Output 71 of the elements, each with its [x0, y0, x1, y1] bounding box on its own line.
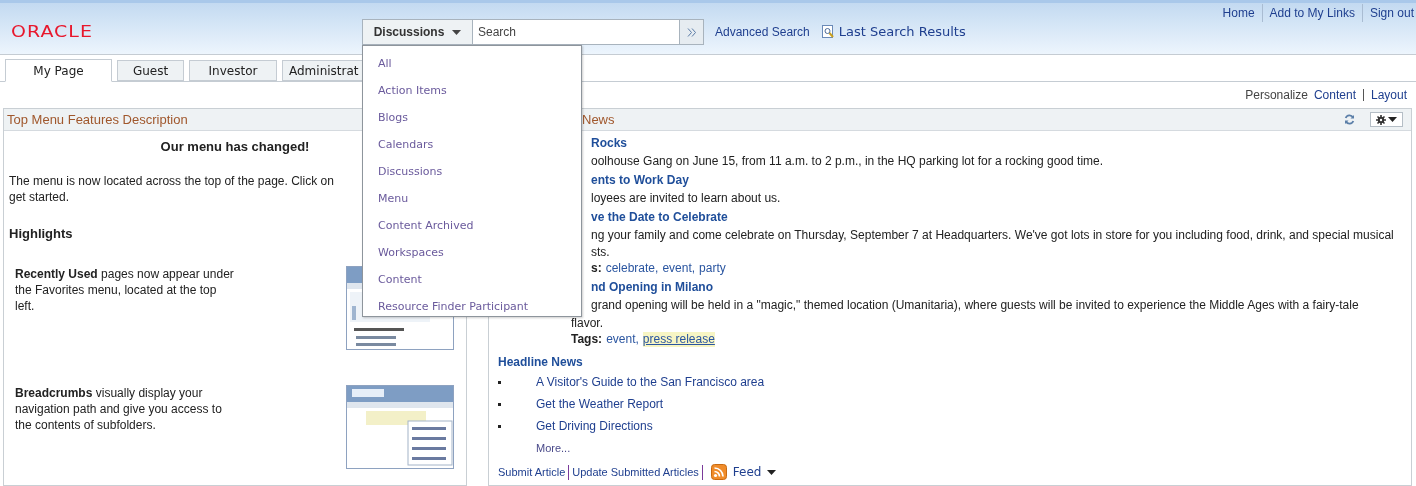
personalize-link[interactable]: Content [1313, 86, 1356, 104]
menu-item[interactable]: Workspaces [378, 245, 444, 262]
article-title[interactable]: ve the Date to Celebrate [591, 210, 728, 224]
tag-separator: , [691, 261, 696, 276]
article-text: flavor. [571, 316, 603, 330]
section-heading: Headline News [498, 354, 584, 371]
article-text: oolhouse Gang on June 15, from 11 a.m. to 2 p.m., in the HQ parking lot for a rocking good time. [591, 154, 1104, 168]
search-field[interactable]: Search [473, 19, 679, 45]
menu-item[interactable]: Menu [378, 191, 409, 208]
advanced-search-link[interactable]: Advanced Search [715, 23, 810, 41]
headline-link[interactable]: A Visitor's Guide to the San Francisco area [536, 373, 765, 391]
portlet-title: Top Menu Features Description [7, 110, 188, 129]
page-tab[interactable]: Guest [117, 60, 184, 81]
bullet-icon [498, 424, 501, 428]
article-text: sts. [591, 245, 610, 259]
menu-item[interactable]: Calendars [378, 137, 434, 154]
menu-item[interactable]: Resource Finder Participant [378, 299, 529, 316]
refresh-icon[interactable] [1344, 114, 1355, 125]
header-link[interactable]: Home [1222, 4, 1255, 22]
tag-link[interactable]: party [699, 261, 726, 276]
last-search-results-link[interactable]: Last Search Results [838, 22, 966, 42]
feed-dropdown[interactable]: Feed [732, 463, 777, 481]
article-title[interactable]: Rocks [591, 136, 628, 150]
search-go-button[interactable] [679, 19, 704, 45]
double-chevron-icon [686, 27, 697, 37]
section-heading: Highlights [9, 225, 73, 241]
personalize-label: Personalize [1245, 87, 1308, 104]
tags-label: s: [591, 261, 602, 276]
footer-link[interactable]: Submit Article [498, 463, 566, 481]
portlet-options-button[interactable] [1370, 112, 1403, 127]
article-text: grand opening will be held in a "magic," themed location (Umanitaria), where guests will be invited to experience the Middle Ages with a fairy-tale [591, 298, 1359, 312]
header-link[interactable]: Sign out [1369, 4, 1414, 22]
tags-label: Tags: [571, 332, 603, 347]
article-title[interactable]: nd Opening in Milano [591, 280, 713, 294]
headline-link[interactable]: Get the Weather Report [536, 395, 664, 413]
caret-icon [1388, 117, 1397, 122]
oracle-logo: ORACLE [11, 23, 93, 39]
intro-text: The menu is now located across the top of the page. Click on [9, 173, 334, 188]
header-link[interactable]: Add to My Links [1269, 4, 1355, 22]
tag-separator: , [635, 332, 639, 347]
portlet-title: News [582, 110, 615, 129]
gear-icon [1376, 114, 1386, 125]
highlight-text: Breadcrumbs visually display your navigation path and give you access to the contents of subfolders. [15, 385, 223, 434]
footer-link[interactable]: Update Submitted Articles [572, 463, 699, 481]
menu-item[interactable]: Discussions [378, 164, 443, 181]
page-tab[interactable]: Investor [189, 60, 277, 81]
article-text: loyees are invited to learn about us. [591, 191, 781, 205]
menu-item[interactable]: Action Items [378, 83, 447, 100]
caret-icon [452, 29, 462, 35]
portlet-heading: Our menu has changed! [160, 139, 310, 154]
personalize-link[interactable]: Layout [1370, 86, 1407, 104]
article-text: ng your family and come celebrate on Thursday, September 7 at Headquarters. We've got lots in store for you including food, drink, and special musical [591, 228, 1394, 242]
bullet-icon [498, 402, 501, 406]
search-results-icon [821, 25, 835, 39]
tag-separator: , [655, 261, 659, 276]
menu-item[interactable]: Content Archived [378, 218, 474, 235]
bullet-icon [498, 380, 501, 384]
menu-item[interactable]: Content [378, 272, 422, 289]
headline-link[interactable]: Get Driving Directions [536, 417, 653, 435]
page-tab[interactable]: My Page [5, 59, 112, 82]
more-link[interactable]: More... [536, 439, 571, 457]
tag-link[interactable]: press release [642, 332, 715, 347]
menu-item[interactable]: Blogs [378, 110, 409, 127]
intro-text: get started. [9, 189, 70, 204]
tag-link[interactable]: event [662, 261, 692, 276]
highlight-text: Recently Used pages now appear under the Favorites menu, located at the top left. [15, 266, 235, 315]
tag-link[interactable]: celebrate [605, 261, 656, 276]
article-title[interactable]: ents to Work Day [591, 173, 689, 187]
caret-icon [767, 469, 777, 475]
rss-feed-icon[interactable] [710, 464, 727, 480]
search-scope-dropdown[interactable]: Discussions [362, 19, 473, 45]
